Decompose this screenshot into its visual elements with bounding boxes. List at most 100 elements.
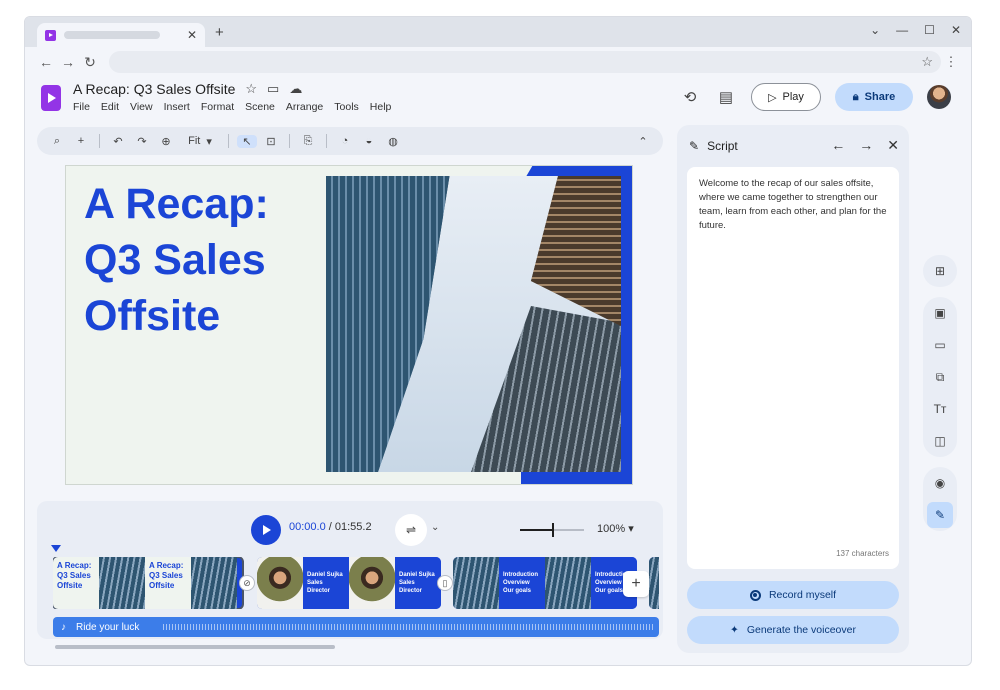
audio-track[interactable]: ♪ Ride your luck [53,617,659,637]
shapes-icon[interactable]: ◫ [927,428,953,454]
search-icon[interactable]: ⌕ [47,135,67,148]
browser-menu-icon[interactable]: ⋮ [941,54,961,70]
play-button[interactable]: ▷ Play [751,83,821,111]
window-controls: ⌄ — ☐ ✕ [870,23,961,37]
fill-color-icon[interactable]: ◒ [359,135,379,147]
slide-canvas[interactable]: A Recap: Q3 Sales Offsite [65,165,633,485]
character-count: 137 characters [836,549,889,558]
toolbar-divider [326,134,327,148]
close-window-icon[interactable]: ✕ [951,23,961,37]
new-tab-icon[interactable]: + [215,24,224,41]
text-icon[interactable]: Tт [927,396,953,422]
folder-icon[interactable]: ▭ [927,332,953,358]
scene-thumb-person [257,557,303,609]
zoom-icon[interactable]: ⊕ [156,135,176,148]
forward-icon[interactable]: → [57,54,79,70]
avatar[interactable] [927,85,951,109]
vids-logo-icon[interactable] [41,85,61,111]
paint-format-icon[interactable]: ⎘ [298,135,318,148]
doc-title[interactable]: A Recap: Q3 Sales Offsite [73,81,235,97]
star-icon[interactable]: ☆ [245,81,257,97]
menu-scene[interactable]: Scene [245,101,275,113]
move-folder-icon[interactable]: ▭ [267,81,279,97]
chevron-down-icon[interactable]: ⌄ [870,23,880,37]
close-tab-icon[interactable]: ✕ [187,28,197,42]
select-pointer-icon[interactable]: ↖ [237,134,257,148]
version-history-icon[interactable]: ⟲ [679,88,701,106]
menu-file[interactable]: File [73,101,90,113]
image-panel-icon[interactable]: ⊞ [927,258,953,284]
back-icon[interactable]: ← [35,54,57,70]
browser-tab[interactable]: ✕ [37,23,205,47]
script-panel-icon[interactable]: ✎ [927,502,953,528]
bookmark-star-icon[interactable]: ☆ [921,54,933,70]
chevron-down-icon[interactable]: ⌄ [431,522,439,533]
timeline-play-button[interactable] [251,515,281,545]
border-color-icon[interactable]: ◍ [383,135,403,148]
scene-strip: A Recap: Q3 Sales Offsite A Recap: Q3 Sa… [53,557,659,609]
scene-clip-4[interactable] [649,557,659,609]
scene-thumb-text: Offsite [149,581,175,590]
share-button-label: Share [864,91,896,103]
templates-icon[interactable]: ⧉ [927,364,953,390]
script-nav: ← → ✕ [831,137,899,154]
previous-arrow-icon[interactable]: ← [831,137,845,154]
scene-thumb-text: A Recap: [57,561,92,570]
transition-link-icon[interactable]: ⊘ [239,575,255,591]
playhead-marker[interactable] [51,545,61,552]
add-comment-icon[interactable]: ⊡ [261,135,281,148]
background-color-icon[interactable]: ◔ [335,135,355,147]
record-myself-button[interactable]: Record myself [687,581,899,609]
scene-thumb-title: Daniel Sujka Sales Director [395,557,441,609]
collapse-toolbar-icon[interactable]: ⌃ [633,135,653,148]
timeline-scrollbar[interactable] [55,645,335,649]
next-arrow-icon[interactable]: → [859,137,873,154]
menu-tools[interactable]: Tools [334,101,359,113]
add-scene-button[interactable]: + [623,571,649,597]
redo-icon[interactable]: ↷ [132,135,152,148]
reload-icon[interactable]: ↻ [79,54,101,71]
split-scene-icon[interactable]: ⇌ [395,514,427,546]
close-panel-icon[interactable]: ✕ [887,137,899,154]
zoom-slider-fill [520,529,552,531]
tab-strip: ✕ + ⌄ — ☐ ✕ [25,17,971,47]
comments-icon[interactable]: ▤ [715,88,737,106]
menu-arrange[interactable]: Arrange [286,101,323,113]
record-icon [749,589,761,601]
maximize-icon[interactable]: ☐ [924,23,935,37]
scene-thumb-text: Sales Director [307,580,331,594]
play-button-label: Play [782,91,804,103]
menu-insert[interactable]: Insert [164,101,190,113]
caret-down-icon: ▾ [206,135,212,148]
scene-clip-3[interactable]: Introduction Overview Our goals Introduc… [453,557,637,609]
zoom-slider-thumb[interactable] [552,523,554,537]
minimize-icon[interactable]: — [896,23,908,37]
omnibox[interactable]: ☆ [109,51,941,73]
timeline-zoom-dropdown[interactable]: 100% ▾ [597,522,634,535]
menu-format[interactable]: Format [201,101,234,113]
scene-clip-2[interactable]: Daniel Sujka Sales Director Daniel Sujka… [257,557,441,609]
record-icon[interactable]: ◉ [927,470,953,496]
skyscraper-photo[interactable] [326,176,621,472]
media-icon[interactable]: ▣ [927,300,953,326]
menu-view[interactable]: View [130,101,153,113]
menu-edit[interactable]: Edit [101,101,119,113]
cloud-saved-icon[interactable]: ☁ [289,81,302,97]
script-textarea[interactable]: Welcome to the recap of our sales offsit… [687,167,899,569]
undo-icon[interactable]: ↶ [108,135,128,148]
slide-title[interactable]: A Recap: Q3 Sales Offsite [84,176,314,344]
current-time: 00:00.0 [289,521,326,533]
scene-clip-1[interactable]: A Recap: Q3 Sales Offsite A Recap: Q3 Sa… [53,557,244,609]
add-icon[interactable]: + [71,135,91,147]
generate-voiceover-button[interactable]: ✦ Generate the voiceover [687,616,899,644]
timeline-zoom-slider[interactable] [520,523,584,537]
scene-thumb-photo [99,557,145,609]
transition-link-icon[interactable]: ▯ [437,575,453,591]
zoom-fit-dropdown[interactable]: Fit ▾ [180,135,220,148]
share-button[interactable]: 🔒︎ Share [835,83,913,111]
rail-group-bottom: ◉ ✎ [923,467,957,531]
scene-thumb-text: Introduction [503,572,538,578]
scene-thumb-text: Daniel Sujka [399,572,435,578]
toolbar-divider [228,134,229,148]
menu-help[interactable]: Help [370,101,392,113]
